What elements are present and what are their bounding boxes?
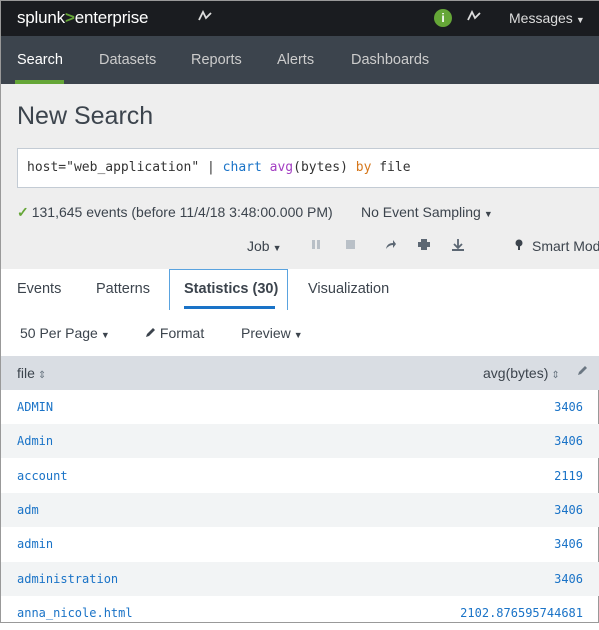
sort-icon: ⇕ <box>551 370 560 381</box>
job-menu[interactable]: Job ▼ <box>247 238 282 254</box>
query-part: (bytes) <box>293 160 356 175</box>
table-row: admin 3406 <box>1 527 599 561</box>
per-page-label: 50 Per Page <box>20 325 98 341</box>
pencil-icon[interactable] <box>577 364 588 379</box>
table-row: account 2119 <box>1 459 599 493</box>
per-page-dropdown[interactable]: 50 Per Page ▼ <box>20 325 110 341</box>
logo-gt-text: > <box>64 8 75 27</box>
table-row: adm 3406 <box>1 493 599 527</box>
page-title: New Search <box>17 102 154 130</box>
activity-icon[interactable] <box>467 9 481 25</box>
search-input[interactable]: host="web_application" | chart avg(bytes… <box>17 148 599 188</box>
event-sampling-dropdown[interactable]: No Event Sampling ▼ <box>361 204 493 220</box>
top-bar: splunk>enterprise i Messages ▼ <box>1 1 599 36</box>
cell-avg-bytes[interactable]: 3406 <box>554 503 583 517</box>
pause-icon[interactable] <box>311 239 321 253</box>
chevron-down-icon: ▼ <box>100 330 110 340</box>
query-command: chart <box>222 160 262 175</box>
tab-patterns[interactable]: Patterns <box>96 281 150 297</box>
sort-icon: ⇕ <box>37 370 47 381</box>
column-header-label: file <box>17 365 35 381</box>
chevron-down-icon: ▼ <box>575 15 585 25</box>
nav-dashboards[interactable]: Dashboards <box>351 52 429 68</box>
messages-menu[interactable]: Messages ▼ <box>509 10 585 26</box>
query-part: host="web_application" | <box>27 160 223 175</box>
nav-datasets[interactable]: Datasets <box>99 52 156 68</box>
table-row: administration 3406 <box>1 562 599 596</box>
chevron-down-icon: ▼ <box>272 243 282 253</box>
activity-icon[interactable] <box>198 9 212 25</box>
format-label: Format <box>159 325 205 341</box>
results-toolbar: 50 Per Page ▼ Format Preview ▼ <box>1 312 599 356</box>
chevron-down-icon: ▼ <box>483 209 493 219</box>
logo-splunk-text: splunk <box>17 8 65 27</box>
pencil-icon <box>145 325 160 341</box>
search-query-text[interactable]: host="web_application" | chart avg(bytes… <box>27 160 411 175</box>
print-icon[interactable] <box>418 239 430 253</box>
cell-avg-bytes[interactable]: 2119 <box>554 469 583 483</box>
table-row: anna_nicole.html 2102.876595744681 <box>1 596 599 630</box>
column-header-file[interactable]: file ⇕ <box>17 365 46 381</box>
active-tab-indicator <box>184 306 275 309</box>
tab-visualization[interactable]: Visualization <box>308 281 389 297</box>
splunk-logo[interactable]: splunk>enterprise <box>17 8 148 28</box>
chevron-down-icon: ▼ <box>293 330 303 340</box>
share-icon[interactable] <box>385 239 397 253</box>
nav-reports[interactable]: Reports <box>191 52 242 68</box>
table-row: ADMIN 3406 <box>1 390 599 424</box>
sampling-label: No Event Sampling <box>361 204 481 220</box>
query-keyword: by <box>355 160 372 175</box>
preview-label: Preview <box>241 325 291 341</box>
cell-file[interactable]: admin <box>17 537 53 551</box>
query-part: file <box>371 160 411 175</box>
preview-dropdown[interactable]: Preview ▼ <box>241 325 303 341</box>
column-header-avg-bytes[interactable]: avg(bytes) ⇕ <box>483 365 560 381</box>
check-icon: ✓ <box>17 204 29 220</box>
cell-file[interactable]: Admin <box>17 434 53 448</box>
tab-events[interactable]: Events <box>17 281 61 297</box>
format-button[interactable]: Format <box>145 325 204 341</box>
logo-enterprise-text: enterprise <box>74 8 149 27</box>
cell-avg-bytes[interactable]: 2102.876595744681 <box>460 606 583 620</box>
cell-avg-bytes[interactable]: 3406 <box>554 537 583 551</box>
cell-avg-bytes[interactable]: 3406 <box>554 400 583 414</box>
nav-alerts[interactable]: Alerts <box>277 52 314 68</box>
cell-avg-bytes[interactable]: 3406 <box>554 434 583 448</box>
search-mode-dropdown[interactable]: Smart Mode <box>532 238 599 254</box>
stop-icon[interactable] <box>345 239 356 253</box>
cell-avg-bytes[interactable]: 3406 <box>554 572 583 586</box>
nav-search[interactable]: Search <box>17 52 63 68</box>
job-label: Job <box>247 238 270 254</box>
table-header: file ⇕ avg(bytes) ⇕ <box>1 356 599 390</box>
tab-statistics-label: Statistics (30) <box>184 281 279 297</box>
cell-file[interactable]: anna_nicole.html <box>17 606 133 620</box>
info-icon[interactable]: i <box>434 9 452 27</box>
export-icon[interactable] <box>452 239 464 254</box>
event-count-text: 131,645 events (before 11/4/18 3:48:00.0… <box>31 204 333 220</box>
tab-statistics[interactable]: Statistics (30) <box>169 269 288 310</box>
messages-label: Messages <box>509 10 573 26</box>
results-tabs: Events Patterns Visualization <box>1 269 599 313</box>
event-count-status: ✓ 131,645 events (before 11/4/18 3:48:00.… <box>17 204 333 221</box>
table-row: Admin 3406 <box>1 424 599 458</box>
cell-file[interactable]: administration <box>17 572 118 586</box>
cell-file[interactable]: ADMIN <box>17 400 53 414</box>
query-part <box>262 160 270 175</box>
cell-file[interactable]: account <box>17 469 68 483</box>
cell-file[interactable]: adm <box>17 503 39 517</box>
query-function: avg <box>269 160 294 175</box>
bulb-icon <box>515 239 523 254</box>
column-header-label: avg(bytes) <box>483 365 549 381</box>
